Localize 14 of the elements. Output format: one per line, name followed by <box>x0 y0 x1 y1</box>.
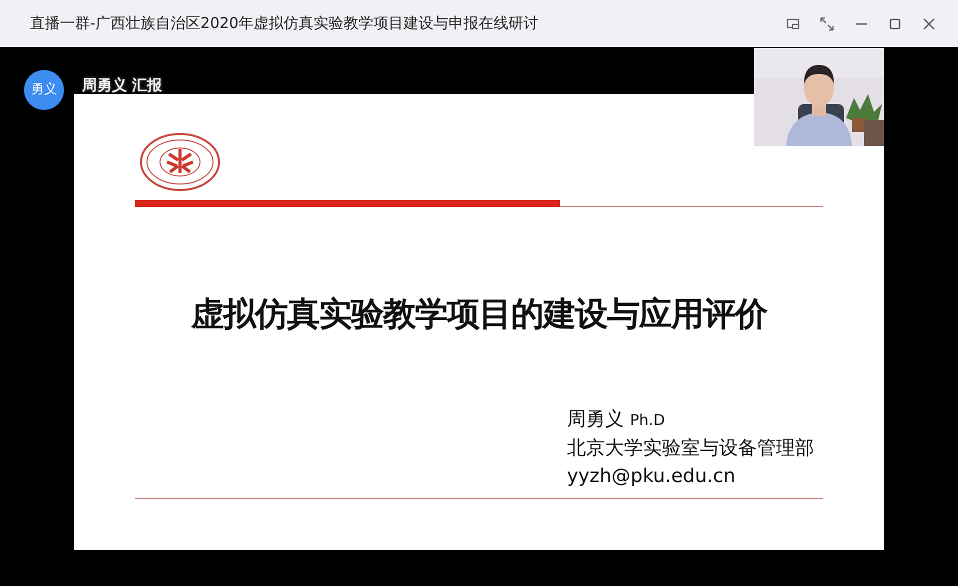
presenter-caption: 周勇义 汇报 <box>82 76 164 94</box>
email-text: yyzh@pku.edu.cn <box>567 464 736 489</box>
window-title: 直播一群-广西壮族自治区2020年虚拟仿真实验教学项目建设与申报在线研讨 <box>30 13 540 34</box>
window-mode-icon <box>786 16 800 30</box>
author-name: 周勇义 <box>567 408 624 430</box>
minimize-icon <box>856 22 866 24</box>
avatar: 勇义 <box>24 70 64 110</box>
slide-title: 虚拟仿真实验教学项目的建设与应用评价 <box>190 293 768 335</box>
author-degree: Ph.D <box>630 411 665 429</box>
department-text: 北京大学实验室与设备管理部 <box>567 436 815 461</box>
emblem-icon <box>139 132 221 192</box>
close-icon <box>922 16 936 30</box>
expand-icon <box>819 16 835 32</box>
maximize-icon <box>888 16 902 30</box>
